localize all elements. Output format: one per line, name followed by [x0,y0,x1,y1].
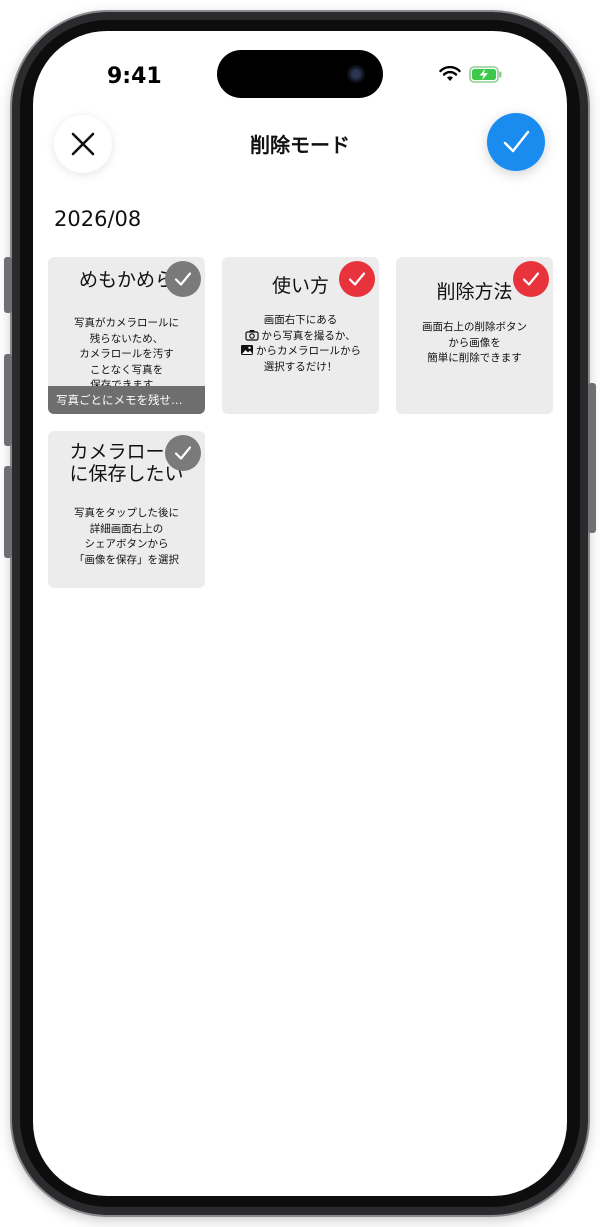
checkmark-icon [174,446,192,460]
confirm-delete-button[interactable] [487,113,545,171]
screen: 9:41 削除モード 2026/08 めもかめら 写真がカメラロールに 残らない… [33,31,567,1196]
selection-check[interactable] [165,435,201,471]
camera-icon [245,329,259,341]
power-button [588,383,596,533]
checkmark-icon [174,272,192,286]
card-body-line: 残らないため、 [89,332,164,345]
section-date-label: 2026/08 [54,207,142,231]
card-body-line: から写真を撮るか、 [222,329,379,345]
battery-charging-icon [469,65,502,83]
card-body: 写真がカメラロールに 残らないため、 カメラロールを汚す ことなく写真を 保存で… [48,316,205,394]
card-body: 写真をタップした後に 詳細画面右上の シェアボタンから 「画像を保存」を選択 [48,506,205,568]
card-body-line: 簡単に削除できます [427,352,522,364]
card-body-line: 選択するだけ！ [263,360,338,373]
card-body-line: 詳細画面右上の [89,522,164,535]
card-body-line: カメラロールを汚す [79,348,174,360]
card-body-line: からカメラロールから [222,344,379,360]
selection-check[interactable] [513,261,549,297]
dynamic-island [217,50,383,98]
status-time: 9:41 [107,64,162,89]
card-body-line: 画面右下にある [263,314,338,326]
volume-up-button [4,354,12,446]
volume-down-button [4,466,12,558]
checkmark-icon [348,272,366,286]
checkmark-icon [503,130,530,153]
card-body: 画面右下にある から写真を撮るか、 からカメラロールから 選択するだけ！ [222,313,379,375]
status-icons [439,65,503,83]
card-body-line: 「画像を保存」を選択 [74,553,179,566]
card-body-line: シェアボタンから [84,538,169,550]
photo-library-icon [241,345,253,355]
selection-check[interactable] [339,261,375,297]
card-body-line: 画面右上の削除ボタン [422,321,527,333]
card-body: 画面右上の削除ボタン から画像を 簡単に削除できます [396,320,553,367]
memo-card[interactable]: カメラロール に保存したい 写真をタップした後に 詳細画面右上の シェアボタンか… [48,431,205,588]
selection-check[interactable] [165,261,201,297]
wifi-icon [439,66,461,81]
memo-card[interactable]: 削除方法 画面右上の削除ボタン から画像を 簡単に削除できます [396,257,553,414]
action-button [4,257,12,313]
front-camera-icon [347,65,365,83]
card-body-line: から画像を [448,336,501,349]
card-body-line: 写真がカメラロールに [74,317,179,329]
memo-card[interactable]: めもかめら 写真がカメラロールに 残らないため、 カメラロールを汚す ことなく写… [48,257,205,414]
card-body-line: 写真をタップした後に [74,507,179,519]
card-body-line: ことなく写真を [89,363,164,376]
card-caption: 写真ごとにメモを残せ… [48,386,205,414]
checkmark-icon [522,272,540,286]
memo-card[interactable]: 使い方 画面右下にある から写真を撮るか、 からカメラロールから 選択するだけ！ [222,257,379,414]
